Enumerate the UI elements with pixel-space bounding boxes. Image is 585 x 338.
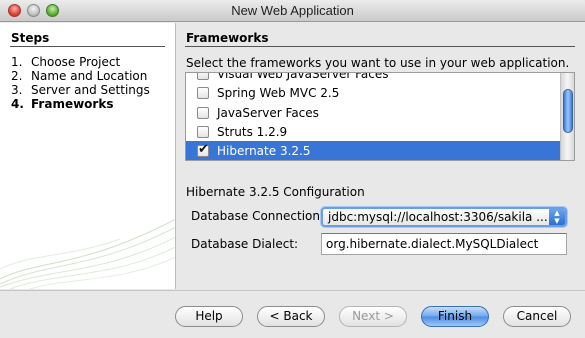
cancel-button[interactable]: Cancel [503,306,571,327]
step-number: 1. [11,55,23,69]
frameworks-scrollbar[interactable] [560,73,574,160]
framework-label: Visual Web JavaServer Faces [217,72,389,81]
step-number: 3. [11,83,23,97]
step-number: 4. [11,97,24,111]
steps-divider [10,46,165,47]
decorative-swirl-graphic [0,218,175,289]
button-bar-divider [0,290,585,291]
database-dialect-label: Database Dialect: [191,237,299,251]
frameworks-description: Select the frameworks you want to use in… [186,56,570,70]
config-heading: Hibernate 3.2.5 Configuration [186,185,365,199]
step-item: 3. Server and Settings [11,83,150,97]
step-label: Choose Project [31,55,121,69]
select-arrows-icon: ▲ ▼ [549,209,565,225]
frameworks-list[interactable]: Visual Web JavaServer Faces Spring Web M… [185,72,575,161]
steps-panel: Steps 1. Choose Project 2. Name and Locati… [0,23,176,289]
frameworks-divider [185,46,575,47]
framework-checkbox[interactable] [197,86,209,99]
framework-label: Hibernate 3.2.5 [217,143,311,158]
framework-item[interactable]: Struts 1.2.9 [186,122,560,141]
step-item: 2. Name and Location [11,69,150,83]
framework-item-selected[interactable]: Hibernate 3.2.5 [186,141,560,160]
framework-label: Struts 1.2.9 [217,124,288,139]
framework-label: JavaServer Faces [217,105,319,120]
database-connection-select[interactable]: jdbc:mysql://localhost:3306/sakila ... ▲… [321,207,567,227]
database-connection-label: Database Connection: [191,209,325,223]
framework-checkbox[interactable] [197,106,209,119]
framework-checkbox[interactable] [197,73,209,80]
framework-item[interactable]: Visual Web JavaServer Faces [186,72,560,83]
framework-label: Spring Web MVC 2.5 [217,85,340,100]
framework-checkbox-checked[interactable] [197,142,209,157]
framework-checkbox[interactable] [197,125,209,138]
finish-button[interactable]: Finish [421,306,489,327]
step-label: Frameworks [31,97,114,111]
scrollbar-thumb[interactable] [563,89,573,133]
step-label: Name and Location [31,69,148,83]
framework-item[interactable]: JavaServer Faces [186,103,560,122]
framework-item[interactable]: Spring Web MVC 2.5 [186,83,560,102]
title-bar: New Web Application [0,0,585,22]
database-dialect-field[interactable]: org.hibernate.dialect.MySQLDialect [321,233,567,255]
step-label: Server and Settings [31,83,150,97]
steps-list: 1. Choose Project 2. Name and Location 3. S… [11,55,150,111]
back-button[interactable]: < Back [257,306,325,327]
frameworks-heading: Frameworks [186,31,269,45]
database-connection-value: jdbc:mysql://localhost:3306/sakila ... [328,210,548,224]
steps-heading: Steps [11,31,50,45]
help-button[interactable]: Help [175,306,243,327]
step-item-current: 4. Frameworks [11,97,150,111]
step-number: 2. [11,69,23,83]
next-button[interactable]: Next > [339,306,407,327]
step-item: 1. Choose Project [11,55,150,69]
window-title: New Web Application [231,3,354,18]
